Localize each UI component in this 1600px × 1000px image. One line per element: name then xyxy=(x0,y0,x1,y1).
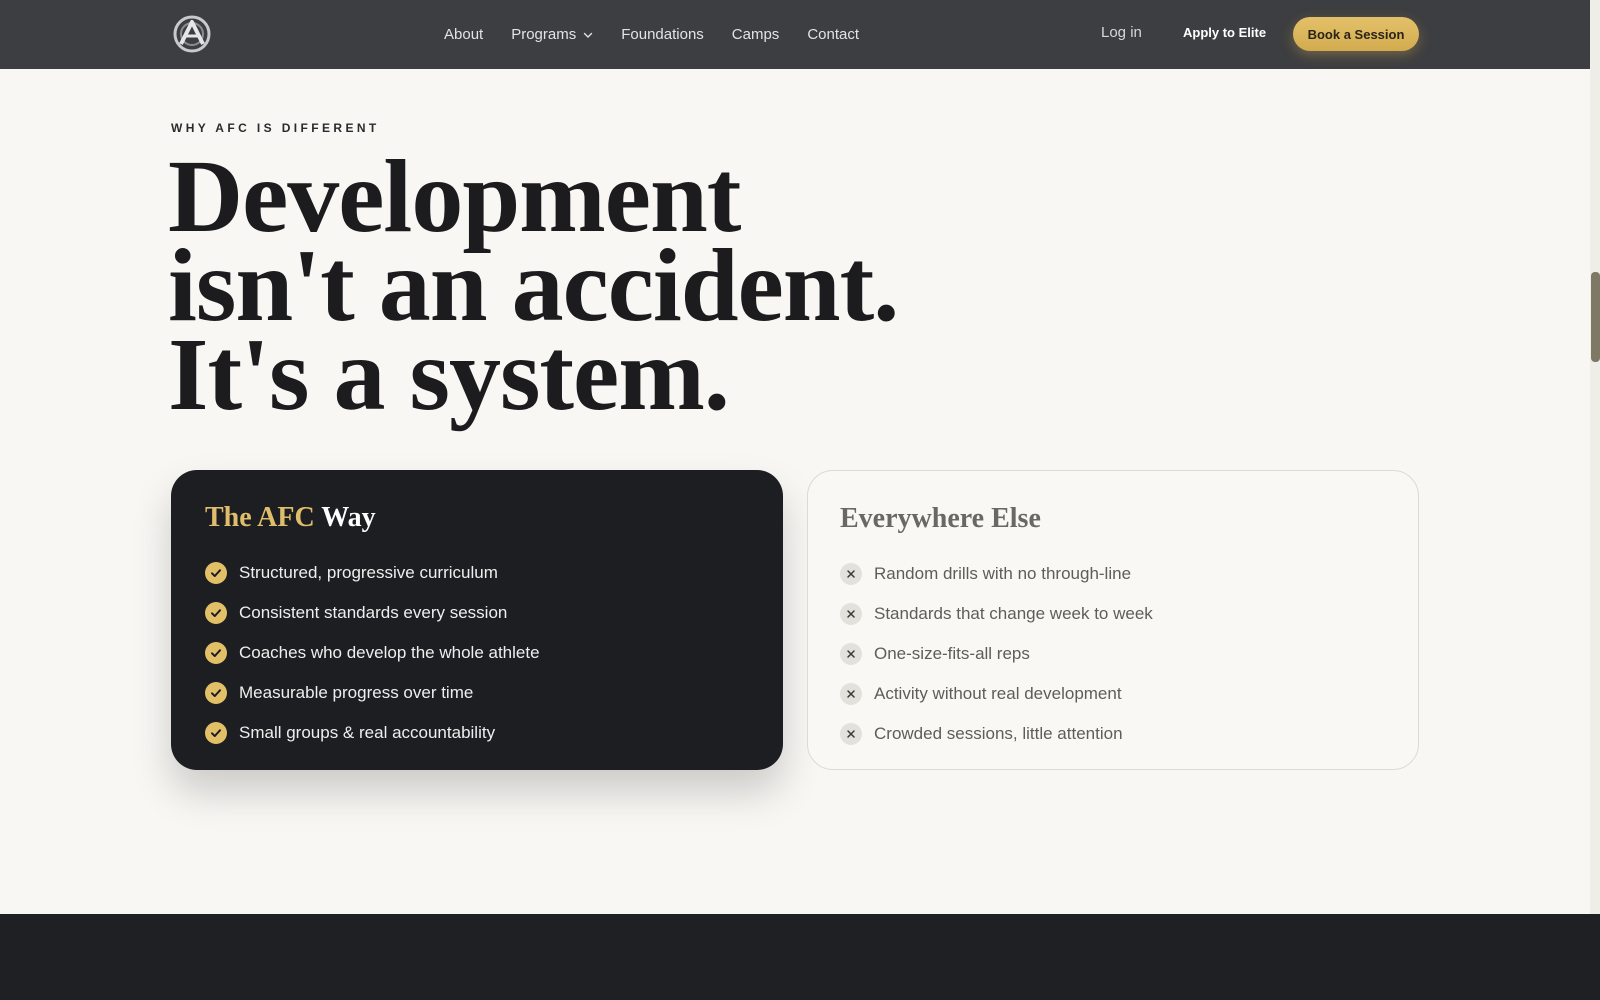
primary-nav: About Programs Foundations Camps Contact xyxy=(444,0,887,69)
list-item: Measurable progress over time xyxy=(205,673,540,713)
x-icon xyxy=(840,603,862,625)
login-link[interactable]: Log in xyxy=(1101,24,1142,41)
list-item-text: Measurable progress over time xyxy=(239,683,474,702)
list-item-text: Structured, progressive curriculum xyxy=(239,563,498,582)
list-item: Structured, progressive curriculum xyxy=(205,553,540,593)
list-item-text: Activity without real development xyxy=(874,684,1122,703)
list-item-text: Standards that change week to week xyxy=(874,604,1153,623)
x-icon xyxy=(840,723,862,745)
hero-headline: Development isn't an accident. It's a sy… xyxy=(168,145,899,432)
list-item: Standards that change week to week xyxy=(840,594,1153,634)
nav-link-contact[interactable]: Contact xyxy=(807,26,859,43)
afc-way-title: The AFC Way xyxy=(205,502,376,534)
next-section-band xyxy=(0,914,1600,1000)
list-item-text: Consistent standards every session xyxy=(239,603,508,622)
afc-way-title-rest: Way xyxy=(321,502,376,533)
nav-link-programs[interactable]: Programs xyxy=(511,26,593,43)
list-item-text: Coaches who develop the whole athlete xyxy=(239,643,540,662)
x-icon xyxy=(840,643,862,665)
check-icon xyxy=(205,602,227,624)
section-eyebrow: WHY AFC IS DIFFERENT xyxy=(171,121,380,135)
check-icon xyxy=(205,642,227,664)
everywhere-else-title: Everywhere Else xyxy=(840,503,1041,534)
afc-logo-icon[interactable] xyxy=(172,14,212,54)
list-item: Random drills with no through-line xyxy=(840,554,1153,594)
afc-way-title-highlight: The AFC xyxy=(205,502,315,533)
check-icon xyxy=(205,722,227,744)
list-item-text: Small groups & real accountability xyxy=(239,723,496,742)
nav-link-foundations[interactable]: Foundations xyxy=(621,26,704,43)
scrollbar-track[interactable] xyxy=(1590,0,1600,914)
afc-way-list: Structured, progressive curriculum Consi… xyxy=(205,553,540,753)
headline-line: It's a system. xyxy=(168,317,730,432)
list-item-text: One-size-fits-all reps xyxy=(874,644,1030,663)
check-icon xyxy=(205,562,227,584)
nav-link-about[interactable]: About xyxy=(444,26,483,43)
list-item: Activity without real development xyxy=(840,674,1153,714)
list-item-text: Crowded sessions, little attention xyxy=(874,724,1123,743)
x-icon xyxy=(840,563,862,585)
x-icon xyxy=(840,683,862,705)
top-nav: About Programs Foundations Camps Contact… xyxy=(0,0,1590,69)
list-item: Coaches who develop the whole athlete xyxy=(205,633,540,673)
chevron-down-icon xyxy=(584,32,593,38)
nav-link-camps[interactable]: Camps xyxy=(732,26,780,43)
apply-elite-link[interactable]: Apply to Elite xyxy=(1183,25,1266,40)
check-icon xyxy=(205,682,227,704)
list-item: Crowded sessions, little attention xyxy=(840,714,1153,754)
list-item: Consistent standards every session xyxy=(205,593,540,633)
list-item: One-size-fits-all reps xyxy=(840,634,1153,674)
list-item-text: Random drills with no through-line xyxy=(874,564,1132,583)
afc-way-card: The AFC Way Structured, progressive curr… xyxy=(171,470,783,770)
scrollbar-thumb[interactable] xyxy=(1591,272,1600,362)
nav-link-programs-label: Programs xyxy=(511,26,577,43)
everywhere-else-card: Everywhere Else Random drills with no th… xyxy=(807,470,1419,770)
everywhere-else-list: Random drills with no through-line Stand… xyxy=(840,554,1153,754)
list-item: Small groups & real accountability xyxy=(205,713,540,753)
book-session-button[interactable]: Book a Session xyxy=(1293,17,1419,51)
